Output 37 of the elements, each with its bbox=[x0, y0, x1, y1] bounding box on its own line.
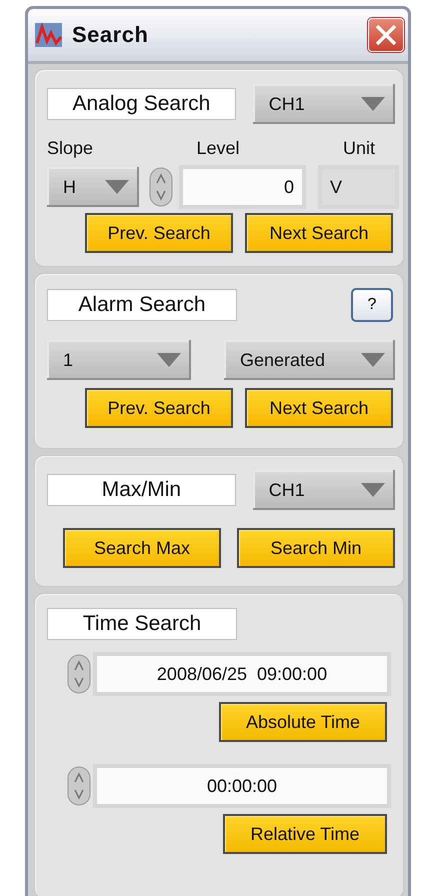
search-button[interactable]: Next Search bbox=[245, 388, 393, 428]
dropdown[interactable]: H bbox=[47, 167, 140, 207]
dropdown[interactable]: Generated bbox=[224, 340, 395, 380]
search-button[interactable]: Prev. Search bbox=[85, 213, 233, 253]
waveform-app-icon bbox=[34, 21, 64, 49]
dropdown[interactable]: 1 bbox=[47, 340, 191, 380]
dropdown[interactable]: CH1 bbox=[252, 470, 395, 510]
input-field[interactable]: 2008/06/25 09:00:00 bbox=[97, 656, 387, 692]
dropdown-arrow-icon bbox=[361, 97, 385, 111]
spinner-icon[interactable] bbox=[67, 766, 91, 806]
dropdown-arrow-icon bbox=[105, 180, 130, 194]
spinner-icon[interactable] bbox=[149, 167, 174, 207]
search-button[interactable]: Relative Time bbox=[223, 814, 387, 854]
close-button[interactable] bbox=[368, 18, 404, 52]
dropdown-arrow-icon bbox=[361, 483, 385, 497]
field-label: Slope bbox=[47, 138, 94, 159]
spinner-icon[interactable] bbox=[67, 654, 91, 694]
input-field[interactable]: V bbox=[322, 169, 395, 205]
field-label: Level bbox=[196, 138, 240, 159]
section-title: Max/Min bbox=[47, 474, 236, 506]
section-title: Time Search bbox=[47, 608, 237, 640]
search-button[interactable]: Absolute Time bbox=[219, 702, 387, 742]
section-title: Alarm Search bbox=[47, 289, 237, 321]
close-icon bbox=[374, 23, 398, 47]
window-title: Search bbox=[72, 22, 150, 48]
search-button[interactable]: Search Min bbox=[237, 528, 395, 568]
search-button[interactable]: Search Max bbox=[63, 528, 221, 568]
dropdown-arrow-icon bbox=[361, 353, 385, 367]
section-title: Analog Search bbox=[47, 88, 236, 120]
input-field[interactable]: 0 bbox=[183, 169, 302, 205]
field-label: Unit bbox=[342, 138, 375, 159]
dropdown[interactable]: CH1 bbox=[252, 84, 395, 124]
search-button[interactable]: Prev. Search bbox=[85, 388, 233, 428]
input-field[interactable]: 00:00:00 bbox=[97, 768, 387, 804]
help-button[interactable]: ? bbox=[351, 288, 393, 322]
search-button[interactable]: Next Search bbox=[245, 213, 393, 253]
dropdown-arrow-icon bbox=[157, 353, 181, 367]
